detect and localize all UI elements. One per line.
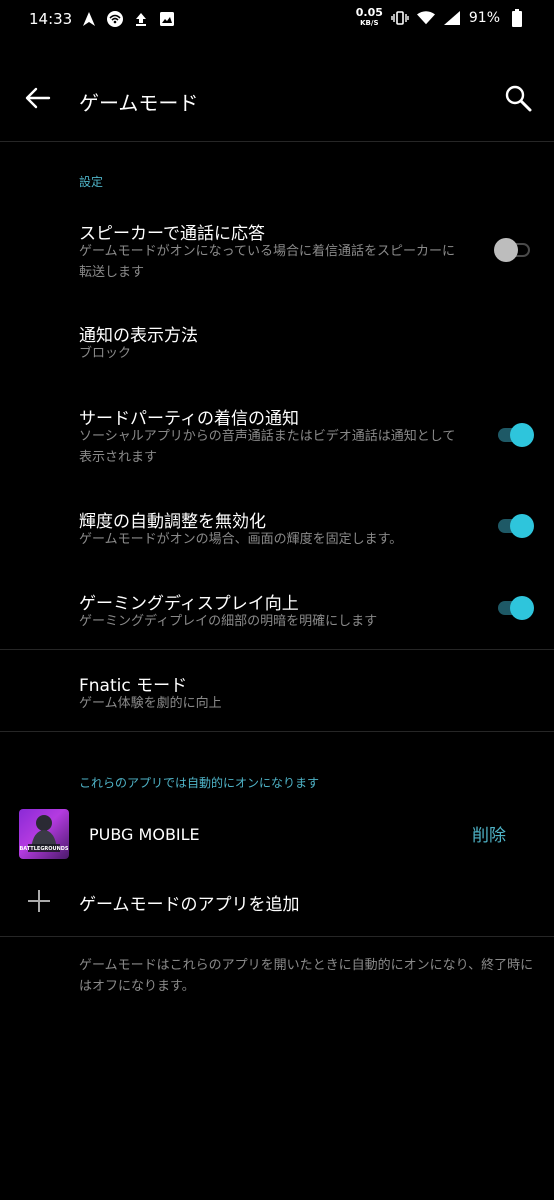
setting-subtitle: ブロック [79,346,132,361]
divider [0,141,554,142]
status-time: 14:33 [29,10,73,28]
battery-icon [508,9,526,27]
battery-percent: 91% [468,10,500,26]
setting-subtitle: ゲーミングディプレイの細部の明暗を明確にします [79,614,378,629]
page-title: ゲームモード [79,91,199,115]
wifi-icon [416,9,435,27]
footer-note: ゲームモードはこれらのアプリを開いたときに自動的にオンになり、終了時にはオフにな… [79,958,534,994]
navigation-icon [80,10,98,28]
upload-icon [132,10,150,28]
search-icon[interactable] [502,82,534,114]
remove-app-button[interactable]: 削除 [472,821,506,846]
section-header-settings: 設定 [79,175,104,189]
signal-icon [443,9,461,27]
pubg-app-icon: BATTLEGROUNDS [19,809,69,859]
vibrate-icon [391,9,409,27]
toggle-knob [510,514,534,538]
network-speed: 0.05 KB/S [355,6,383,27]
setting-gaming-display[interactable]: ゲーミングディスプレイ向上 ゲーミングディプレイの細部の明暗を明確にします [0,585,554,635]
app-bar: ゲームモード [0,68,554,132]
status-bar: 14:33 0.05 KB/S 91% [0,0,554,40]
setting-disable-auto-brightness[interactable]: 輝度の自動調整を無効化 ゲームモードがオンの場合、画面の輝度を固定します。 [0,503,554,553]
back-arrow-icon[interactable] [22,82,54,114]
toggle-knob [510,423,534,447]
pubg-logo-text: BATTLEGROUNDS [19,846,68,852]
app-name: PUBG MOBILE [89,825,200,844]
divider [0,936,554,937]
setting-notification-display[interactable]: 通知の表示方法 ブロック [0,317,554,367]
add-app-label: ゲームモードのアプリを追加 [79,895,300,915]
image-icon [158,10,176,28]
setting-subtitle: ゲームモードがオンの場合、画面の輝度を固定します。 [79,532,403,547]
setting-subtitle: ソーシャルアプリからの音声通話またはビデオ通話は通知として表示されます [79,429,456,465]
setting-fnatic-mode[interactable]: Fnatic モード ゲーム体験を劇的に向上 [0,667,554,717]
hotspot-icon [106,10,124,28]
toggle-knob [510,596,534,620]
app-row-pubg[interactable]: BATTLEGROUNDS PUBG MOBILE 削除 [0,805,554,861]
plus-icon [26,888,52,914]
setting-subtitle: ゲームモードがオンになっている場合に着信通話をスピーカーに転送します [79,244,455,280]
setting-subtitle: ゲーム体験を劇的に向上 [79,696,222,711]
toggle-knob [494,238,518,262]
gaming-display-toggle[interactable] [494,595,534,620]
section-header-apps: これらのアプリでは自動的にオンになります [79,776,320,790]
auto-brightness-toggle[interactable] [494,513,534,538]
divider [0,731,554,732]
setting-third-party-calls[interactable]: サードパーティの着信の通知 ソーシャルアプリからの音声通話またはビデオ通話は通知… [0,400,554,472]
divider [0,649,554,650]
setting-speaker-answer[interactable]: スピーカーで通話に応答 ゲームモードがオンになっている場合に着信通話をスピーカー… [0,215,554,287]
speaker-answer-toggle[interactable] [494,237,534,262]
add-game-app-button[interactable]: ゲームモードのアプリを追加 [0,880,554,924]
third-party-calls-toggle[interactable] [494,422,534,447]
